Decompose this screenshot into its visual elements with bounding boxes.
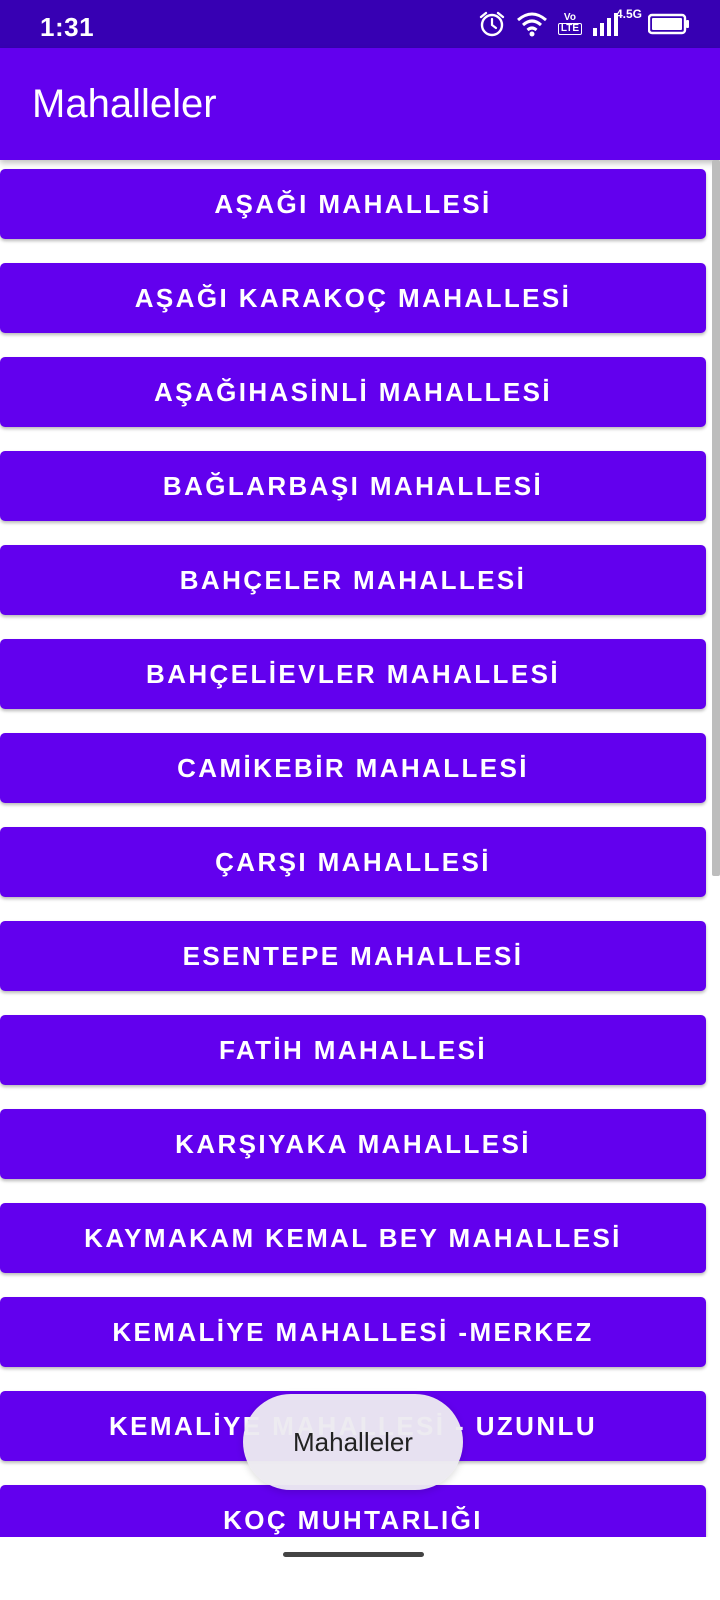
signal-icon: 4.5G (592, 7, 642, 37)
neighborhood-button[interactable]: KARŞIYAKA MAHALLESİ (0, 1109, 706, 1179)
neighborhood-button[interactable]: ÇARŞI MAHALLESİ (0, 827, 706, 897)
neighborhood-button[interactable]: AŞAĞI MAHALLESİ (0, 169, 706, 239)
app-bar: Mahalleler (0, 48, 720, 160)
status-icons: Vo LTE 4.5G (478, 7, 690, 38)
navigation-bar (0, 1537, 720, 1600)
status-bar: 1:31 Vo LTE 4.5G (0, 0, 720, 48)
volte-top-label: Vo (563, 12, 576, 23)
toast-text: Mahalleler (293, 1426, 413, 1457)
volte-bottom-label: LTE (557, 23, 582, 35)
toast-message: Mahalleler (243, 1394, 463, 1490)
neighborhood-button[interactable]: AŞAĞI KARAKOÇ MAHALLESİ (0, 263, 706, 333)
neighborhood-button[interactable]: KAYMAKAM KEMAL BEY MAHALLESİ (0, 1203, 706, 1273)
neighborhood-button[interactable]: CAMİKEBİR MAHALLESİ (0, 733, 706, 803)
scrollbar[interactable] (712, 160, 720, 876)
neighborhood-list[interactable]: AŞAĞI MAHALLESİ AŞAĞI KARAKOÇ MAHALLESİ AŞ… (0, 160, 720, 1565)
neighborhood-button[interactable]: BAHÇELİEVLER MAHALLESİ (0, 639, 706, 709)
neighborhood-button[interactable]: BAHÇELER MAHALLESİ (0, 545, 706, 615)
neighborhood-button[interactable]: ESENTEPE MAHALLESİ (0, 921, 706, 991)
neighborhood-button[interactable]: BAĞLARBAŞI MAHALLESİ (0, 451, 706, 521)
neighborhood-button[interactable]: AŞAĞIHASİNLİ MAHALLESİ (0, 357, 706, 427)
page-title: Mahalleler (32, 82, 217, 126)
wifi-icon (516, 11, 548, 37)
status-time: 1:31 (40, 12, 95, 42)
gesture-handle[interactable] (283, 1552, 424, 1557)
network-type-label: 4.5G (616, 7, 643, 21)
neighborhood-button[interactable]: KEMALİYE MAHALLESİ -MERKEZ (0, 1297, 706, 1367)
battery-icon (648, 13, 690, 35)
alarm-icon (478, 10, 506, 38)
neighborhood-button[interactable]: FATİH MAHALLESİ (0, 1015, 706, 1085)
volte-icon: Vo LTE (557, 12, 582, 35)
